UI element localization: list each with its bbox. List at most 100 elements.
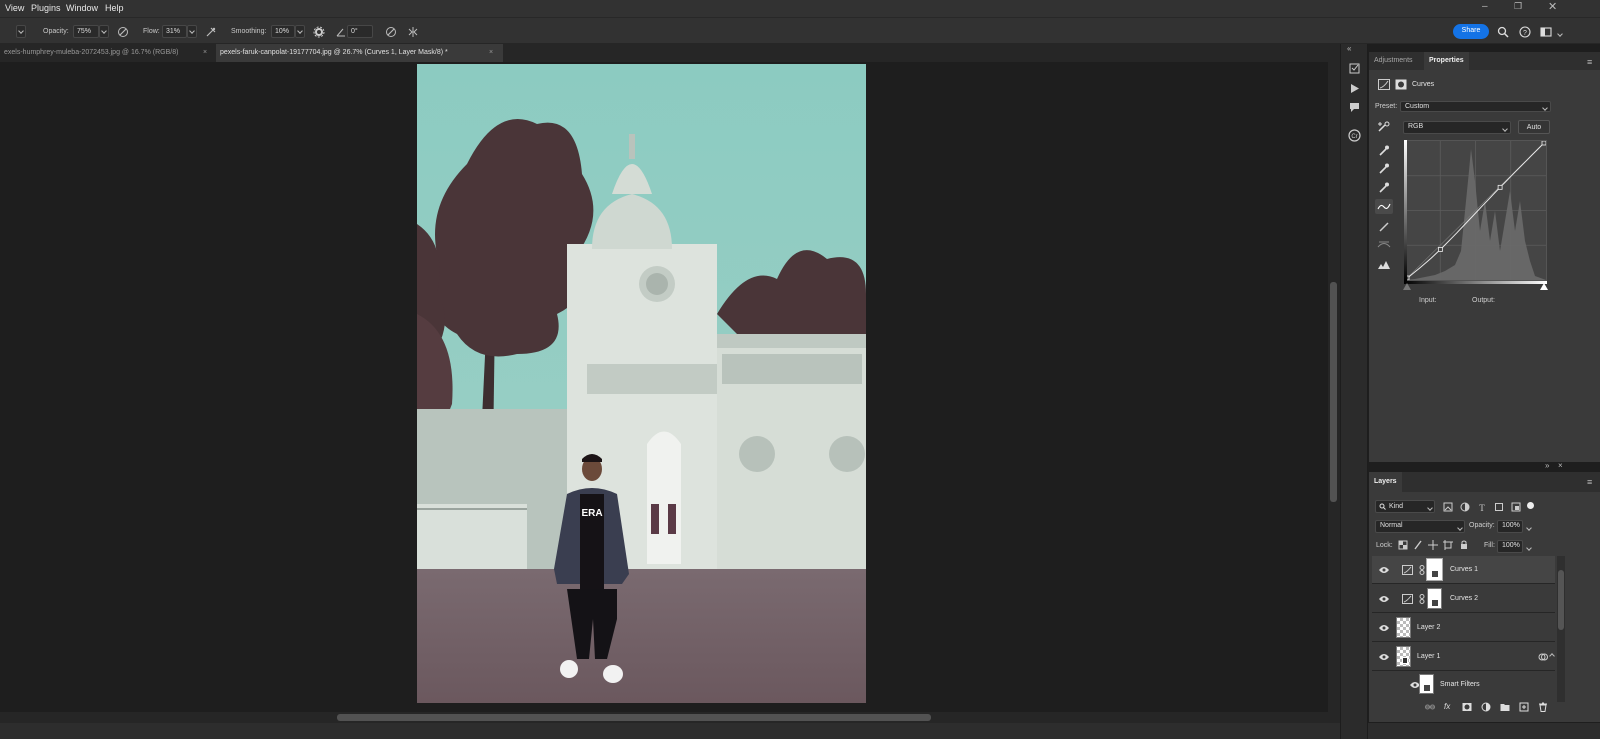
layer-row-layer-2[interactable]: Layer 2: [1372, 614, 1555, 642]
link-chain-icon[interactable]: [1419, 565, 1425, 575]
opacity-field[interactable]: 75%: [73, 25, 99, 38]
scrollbar-thumb[interactable]: [1558, 570, 1564, 630]
document-canvas-image[interactable]: ERA: [417, 64, 866, 703]
layer-name[interactable]: Layer 1: [1417, 653, 1440, 660]
layer-name[interactable]: Curves 1: [1450, 566, 1478, 573]
layer-mask-thumbnail[interactable]: [1426, 558, 1443, 581]
pencil-icon[interactable]: [1377, 220, 1391, 233]
angle-field[interactable]: 0°: [347, 25, 373, 38]
curve-points-icon[interactable]: [1377, 200, 1391, 213]
filter-type-icon[interactable]: T: [1477, 502, 1487, 512]
new-adjustment-layer-icon[interactable]: [1481, 702, 1491, 712]
white-point-slider[interactable]: [1540, 283, 1548, 290]
add-layer-style-icon[interactable]: fx: [1444, 702, 1450, 711]
layer-name[interactable]: Curves 2: [1450, 595, 1478, 602]
layers-menu-icon[interactable]: ≡: [1587, 477, 1592, 487]
layers-scrollbar[interactable]: [1557, 556, 1565, 702]
lock-all-icon[interactable]: [1459, 540, 1469, 550]
tab-close-icon[interactable]: ×: [489, 49, 493, 56]
restore-icon[interactable]: ❐: [1514, 1, 1522, 12]
layer-row-layer-1[interactable]: Layer 1: [1372, 643, 1555, 671]
layer-opacity-field[interactable]: 100%: [1497, 520, 1523, 533]
layer-row-curves-2[interactable]: Curves 2: [1372, 585, 1555, 613]
lock-position-icon[interactable]: [1428, 540, 1438, 550]
auto-button[interactable]: Auto: [1518, 120, 1550, 134]
eyedropper-black-icon[interactable]: [1377, 144, 1391, 157]
filter-pixel-icon[interactable]: [1443, 502, 1453, 512]
menu-window[interactable]: Window: [66, 3, 98, 13]
gear-icon[interactable]: [313, 26, 325, 38]
tab-humphrey[interactable]: exels-humphrey-muleba-2072453.jpg @ 16.7…: [0, 44, 214, 62]
pressure-size-icon[interactable]: [385, 26, 397, 38]
smoothing-field[interactable]: 10%: [271, 25, 295, 38]
menu-view[interactable]: View: [5, 3, 24, 13]
layer-thumbnail[interactable]: [1396, 617, 1411, 638]
layer-name[interactable]: Smart Filters: [1440, 681, 1480, 688]
lock-artboard-icon[interactable]: [1443, 540, 1453, 550]
symmetry-icon[interactable]: [407, 26, 419, 38]
layer-row-curves-1[interactable]: Curves 1: [1372, 556, 1555, 584]
pressure-opacity-icon[interactable]: [117, 26, 129, 38]
airbrush-icon[interactable]: [205, 26, 217, 38]
history-icon[interactable]: [1348, 62, 1361, 75]
eyedropper-white-icon[interactable]: [1377, 181, 1391, 194]
visibility-eye-icon[interactable]: [1379, 624, 1389, 632]
layer-filter-dropdown[interactable]: Kind: [1375, 500, 1435, 513]
filter-smart-object-icon[interactable]: [1511, 502, 1521, 512]
close-panel-icon[interactable]: ×: [1558, 461, 1563, 470]
layer-row-smart-filters[interactable]: Smart Filters: [1372, 671, 1555, 699]
canvas-vertical-scrollbar[interactable]: [1328, 62, 1340, 712]
lock-transparent-icon[interactable]: [1398, 540, 1408, 550]
preset-dropdown[interactable]: Custom: [1400, 101, 1551, 112]
help-icon[interactable]: ?: [1519, 26, 1531, 38]
tool-preset-dropdown[interactable]: [16, 25, 26, 38]
tab-adjustments[interactable]: Adjustments: [1369, 52, 1418, 70]
targeted-adjustment-icon[interactable]: [1377, 121, 1391, 134]
link-layers-icon[interactable]: [1425, 702, 1435, 712]
tab-close-icon[interactable]: ×: [203, 49, 207, 56]
visibility-eye-icon[interactable]: [1379, 595, 1389, 603]
flow-field[interactable]: 31%: [162, 25, 187, 38]
collapse-panel-icon[interactable]: »: [1545, 461, 1549, 470]
opacity-dropdown[interactable]: [99, 25, 109, 38]
layer-mask-thumbnail[interactable]: [1427, 588, 1442, 609]
chevron-down-icon[interactable]: [1525, 543, 1532, 550]
menu-plugins[interactable]: Plugins: [31, 3, 61, 13]
tab-properties[interactable]: Properties: [1424, 52, 1469, 70]
canvas-horizontal-scrollbar[interactable]: [0, 712, 1340, 723]
filter-adjustment-icon[interactable]: [1460, 502, 1470, 512]
lock-image-icon[interactable]: [1413, 540, 1423, 550]
filter-toggle[interactable]: [1527, 502, 1534, 509]
layer-mask-icon[interactable]: [1395, 79, 1407, 90]
workspace-icon[interactable]: [1540, 26, 1552, 38]
layer-name[interactable]: Layer 2: [1417, 624, 1440, 631]
close-window-icon[interactable]: ✕: [1548, 0, 1557, 13]
search-icon[interactable]: [1497, 26, 1509, 38]
curve-control-point[interactable]: [1437, 247, 1443, 252]
black-point-slider[interactable]: [1403, 283, 1411, 290]
smoothing-dropdown[interactable]: [295, 25, 305, 38]
layer-thumbnail[interactable]: [1396, 646, 1411, 667]
visibility-eye-icon[interactable]: [1379, 566, 1389, 574]
tab-layers[interactable]: Layers: [1369, 472, 1402, 492]
chevron-down-icon[interactable]: [1525, 523, 1532, 530]
histogram-warning-icon[interactable]: [1377, 258, 1391, 271]
creative-cloud-libraries-icon[interactable]: Cr: [1348, 129, 1361, 142]
smart-filter-mask-thumbnail[interactable]: [1419, 674, 1434, 694]
scrollbar-thumb[interactable]: [337, 714, 931, 721]
blend-mode-dropdown[interactable]: Normal: [1375, 520, 1465, 533]
menu-help[interactable]: Help: [105, 3, 124, 13]
minimize-icon[interactable]: –: [1482, 1, 1488, 12]
filter-shape-icon[interactable]: [1494, 502, 1504, 512]
channel-dropdown[interactable]: RGB: [1403, 121, 1511, 134]
curve-control-point[interactable]: [1541, 140, 1547, 146]
new-group-icon[interactable]: [1500, 702, 1510, 712]
new-layer-icon[interactable]: [1519, 702, 1529, 712]
panel-menu-icon[interactable]: ≡: [1587, 57, 1592, 67]
curves-graph-svg[interactable]: [1404, 140, 1547, 281]
visibility-eye-icon[interactable]: [1379, 653, 1389, 661]
curves-graph[interactable]: [1404, 140, 1547, 281]
collapse-panels-icon[interactable]: «: [1347, 44, 1351, 53]
curve-control-point[interactable]: [1497, 184, 1503, 190]
scrollbar-thumb[interactable]: [1330, 282, 1337, 502]
